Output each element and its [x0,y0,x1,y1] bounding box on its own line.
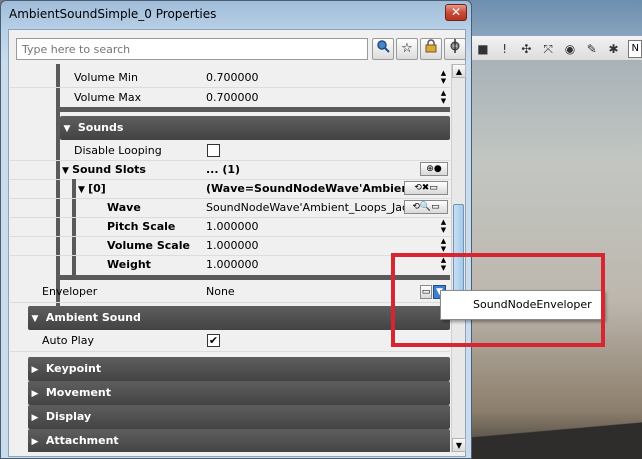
property-row-auto-play[interactable]: Auto Play ✔ [10,331,450,350]
category-display[interactable]: ▶ Display [28,405,450,429]
spinner-icon[interactable]: ▲ ▼ [439,89,448,106]
category-label: Ambient Sound [45,311,141,324]
property-value[interactable]: 1.000000 [206,255,259,274]
property-value: ... (1) [206,163,241,176]
split-arrows-icon[interactable]: ✣ [520,42,534,56]
slot-label: ▼ [0] [78,179,106,200]
settings-icon[interactable] [444,38,466,60]
chevron-right-icon: ▶ [31,389,39,399]
spinner-icon[interactable]: ▲ ▼ [439,218,448,235]
property-row-volume-scale[interactable]: Volume Scale 1.000000 ▲ ▼ [10,236,450,255]
property-row-weight[interactable]: Weight 1.000000 ▲ ▼ [10,255,450,274]
properties-client: ☆ Volume Min 0.700000 ▲▼ Volume Max 0.70… [8,29,466,457]
property-value[interactable]: 0.700000 [206,88,259,107]
property-value[interactable]: 1.000000 [206,217,259,236]
property-label: Volume Max [74,91,142,104]
property-label: Pitch Scale [107,220,176,233]
property-value[interactable]: 0.700000 [206,68,259,87]
property-label: Auto Play [42,334,94,347]
editor-background [470,0,642,36]
property-label: Volume Min [74,71,138,84]
cube-icon[interactable]: ■ [476,42,490,56]
category-movement[interactable]: ▶ Movement [28,381,450,405]
disable-looping-checkbox[interactable] [207,144,220,157]
chevron-down-icon: ▼ [78,185,89,195]
properties-window: AmbientSoundSimple_0 Properties ✕ ☆ Volu… [0,0,472,459]
toolbar-dropdown[interactable]: N [628,39,642,58]
property-label: Sound Slots [72,163,146,176]
sound-icon[interactable]: ◉ [563,42,577,56]
close-button[interactable]: ✕ [445,4,467,21]
search-input[interactable] [16,38,368,60]
category-label: Sounds [77,121,124,134]
property-list: Volume Min 0.700000 ▲ ▼ Volume Max 0.7000… [10,64,450,452]
chevron-right-icon: ▶ [31,413,39,423]
property-value[interactable]: None [206,282,235,301]
chevron-right-icon: ▶ [31,437,39,447]
property-label: Weight [107,258,151,271]
auto-play-checkbox[interactable]: ✔ [207,334,220,347]
category-label: Display [45,410,92,423]
property-value[interactable]: SoundNodeWave'Ambient_Loops_Jack1.N [206,198,406,217]
property-label: Wave [107,201,141,214]
property-label: Enveloper [42,285,98,298]
browse-asset-icons[interactable]: ⟲🔍▭ [404,200,448,214]
favorite-star-icon[interactable]: ☆ [396,38,418,60]
property-label: [0] [88,182,106,195]
chevron-right-icon: ▶ [31,365,39,375]
property-row-disable-looping[interactable]: Disable Looping [10,141,450,160]
category-sounds[interactable]: ▼ Sounds [60,116,450,140]
property-row-pitch-scale[interactable]: Pitch Scale 1.000000 ▲ ▼ [10,217,450,236]
category-keypoint[interactable]: ▶ Keypoint [28,357,450,381]
scale-icon[interactable]: ⤧ [541,42,555,56]
search-bar: ☆ [13,35,466,63]
property-row-volume-min[interactable]: Volume Min 0.700000 ▲ ▼ [10,68,450,87]
category-label: Keypoint [45,362,102,375]
chevron-down-icon: ▼ [31,314,39,324]
row-divider [10,302,450,303]
highlight-box [391,253,605,347]
spinner-icon[interactable]: ▲ ▼ [439,237,448,254]
sound-slots-label: ▼ Sound Slots [62,160,146,181]
property-label: Volume Scale [107,239,190,252]
property-row-enveloper[interactable]: Enveloper None ▭ ▼ [10,282,450,301]
group-end-bar [56,107,450,112]
array-add-icon[interactable]: ⊕● [420,162,448,176]
array-element-icons[interactable]: ⟲✖▭ [404,181,448,195]
light-icon[interactable]: ✱ [607,42,621,56]
spinner-icon[interactable]: ▲ ▼ [439,69,448,86]
scroll-up-icon[interactable]: ▲ [452,64,466,78]
property-row-volume-max[interactable]: Volume Max 0.700000 ▲ ▼ [10,88,450,107]
window-title: AmbientSoundSimple_0 Properties [9,7,217,21]
category-label: Attachment [45,434,119,447]
property-value[interactable]: 1.000000 [206,236,259,255]
category-ambient-sound[interactable]: ▼ Ambient Sound [28,306,450,330]
property-value: (Wave=SoundNodeWave'Ambient_ [206,182,420,195]
property-row-sound-slots[interactable]: ▼ Sound Slots ... (1) ⊕● [10,160,450,179]
scroll-down-icon[interactable]: ▼ [452,438,466,452]
chevron-down-icon: ▼ [62,166,73,176]
viewport-floor [470,421,642,459]
brush-icon[interactable]: ✎ [585,42,599,56]
category-label: Movement [45,386,111,399]
row-divider [10,351,450,352]
property-label: Disable Looping [74,144,162,157]
lock-icon[interactable] [420,38,442,60]
chevron-down-icon: ▼ [63,124,71,134]
category-attachment[interactable]: ▶ Attachment [28,429,450,452]
property-row-wave[interactable]: Wave SoundNodeWave'Ambient_Loops_Jack1.N… [10,198,450,217]
property-row-slot-0[interactable]: ▼ [0] (Wave=SoundNodeWave'Ambient_ ⟲✖▭ [10,179,450,198]
pin-icon[interactable]: ! [498,42,512,56]
search-icon[interactable] [372,38,394,60]
editor-toolbar: ■ ! ✣ ⤧ ◉ ✎ ✱ N [470,36,642,62]
